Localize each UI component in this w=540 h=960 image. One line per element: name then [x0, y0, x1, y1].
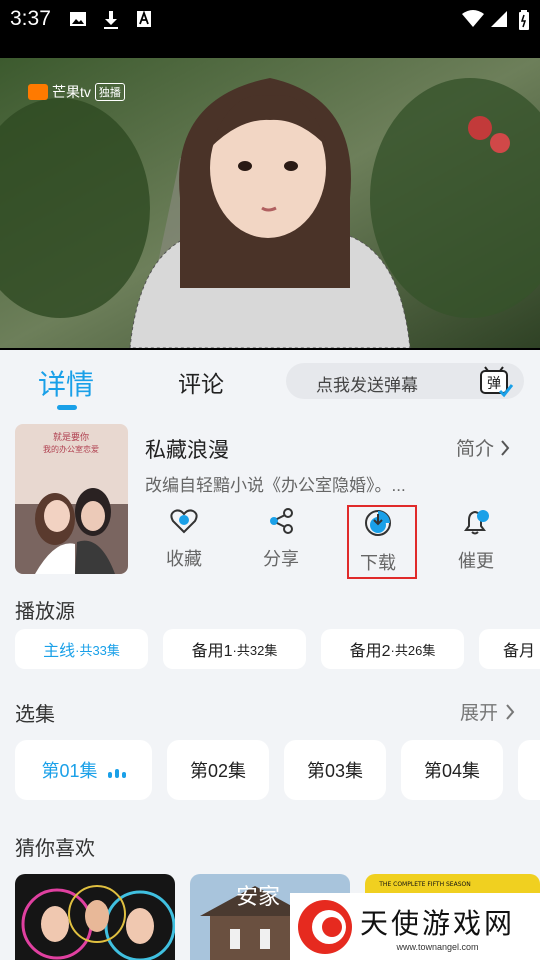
chevron-right-icon [501, 439, 510, 456]
poster-text-2: 我的办公室恋爱 [43, 444, 99, 454]
favorite-button[interactable]: 收藏 [144, 508, 224, 571]
episode-03[interactable]: 第03集 [284, 740, 386, 800]
wifi-icon [462, 10, 484, 27]
danmu-toggle-icon[interactable]: 弹 [478, 366, 514, 398]
source-count: ·共32集 [232, 642, 278, 658]
episode-02[interactable]: 第02集 [167, 740, 269, 800]
episode-04[interactable]: 第04集 [401, 740, 503, 800]
signal-icon [491, 11, 507, 27]
tab-indicator [57, 405, 77, 410]
video-watermark: 芒果tv 独播 [28, 82, 125, 102]
tab-comments[interactable]: 评论 [178, 365, 224, 399]
remind-update-button[interactable]: 催更 [436, 508, 516, 573]
card3-caption: THE COMPLETE FIFTH SEASON [378, 881, 470, 888]
site-logo-url: www.townangel.com [396, 941, 479, 952]
intro-link[interactable]: 简介 [456, 434, 510, 461]
sources-title: 播放源 [15, 601, 75, 623]
chevron-right-icon [506, 703, 515, 720]
mango-logo-icon [28, 84, 48, 100]
episode-05-partial[interactable] [518, 740, 540, 800]
watermark-tag: 独播 [94, 83, 125, 101]
video-player[interactable]: 芒果tv 独播 [0, 38, 540, 350]
site-logo-overlay[interactable]: 天使游戏网 www.townangel.com [290, 893, 540, 960]
poster-text-1: 就是要你 [53, 431, 89, 443]
tab-details[interactable]: 详情 [38, 363, 94, 403]
remind-update-label: 催更 [458, 551, 494, 571]
episode-label: 第04集 [423, 761, 481, 781]
source-chip-backup3[interactable]: 备月 [479, 629, 540, 669]
card2-title: 安家 [236, 885, 280, 910]
episodes-title: 选集 [15, 704, 55, 726]
expand-label: 展开 [459, 703, 498, 724]
danmu-placeholder: 点我发送弹幕 [316, 376, 418, 395]
danmu-input[interactable]: 点我发送弹幕 弹 [286, 363, 524, 399]
favorite-label: 收藏 [166, 549, 202, 569]
site-logo-icon [298, 899, 352, 954]
show-poster[interactable]: 就是要你 我的办公室恋爱 [15, 424, 128, 574]
source-chip-backup2[interactable]: 备用2 ·共26集 [321, 629, 464, 669]
font-notification-icon [137, 10, 151, 27]
show-title: 私藏浪漫 [145, 439, 229, 462]
download-notification-icon [104, 11, 118, 29]
episode-label: 第03集 [306, 761, 364, 781]
download-highlight-box [347, 505, 417, 579]
episode-label: 第01集 [41, 761, 98, 781]
heart-icon [170, 509, 198, 534]
status-bar: 3:37 [0, 0, 540, 38]
share-button[interactable]: 分享 [241, 508, 321, 571]
episode-01[interactable]: 第01集 [15, 740, 152, 800]
share-icon [270, 508, 293, 534]
danmu-glyph: 弹 [487, 376, 501, 392]
playing-indicator-icon [107, 769, 126, 778]
source-name: 备用1 [191, 643, 233, 660]
source-name: 备用2 [349, 643, 391, 660]
watermark-brand: 芒果tv [52, 84, 91, 100]
recommend-card-1[interactable] [15, 874, 175, 960]
source-name: 备月 [503, 643, 536, 660]
bell-icon [464, 510, 489, 535]
episodes-expand-button[interactable]: 展开 [460, 698, 515, 725]
share-label: 分享 [263, 549, 299, 569]
detail-panel: 详情 评论 点我发送弹幕 弹 就是要你 我的办公室恋爱 私藏浪漫 简介 改编自轻… [0, 350, 540, 960]
intro-label: 简介 [455, 439, 494, 460]
recommend-title: 猜你喜欢 [15, 838, 95, 860]
site-logo-name: 天使游戏网 [360, 907, 516, 939]
battery-icon [519, 10, 529, 30]
status-time: 3:37 [10, 7, 51, 30]
source-chip-backup1[interactable]: 备用1 ·共32集 [163, 629, 306, 669]
source-count: ·共33集 [75, 642, 120, 658]
image-notification-icon [70, 12, 86, 26]
episode-label: 第02集 [189, 761, 247, 781]
source-chip-main[interactable]: 主线 ·共33集 [15, 629, 148, 669]
show-description: 改编自轻黯小说《办公室隐婚》。... [145, 476, 406, 495]
source-count: ·共26集 [390, 642, 436, 658]
source-name: 主线 [43, 643, 76, 660]
tab-bar: 详情 评论 点我发送弹幕 弹 [0, 350, 540, 410]
